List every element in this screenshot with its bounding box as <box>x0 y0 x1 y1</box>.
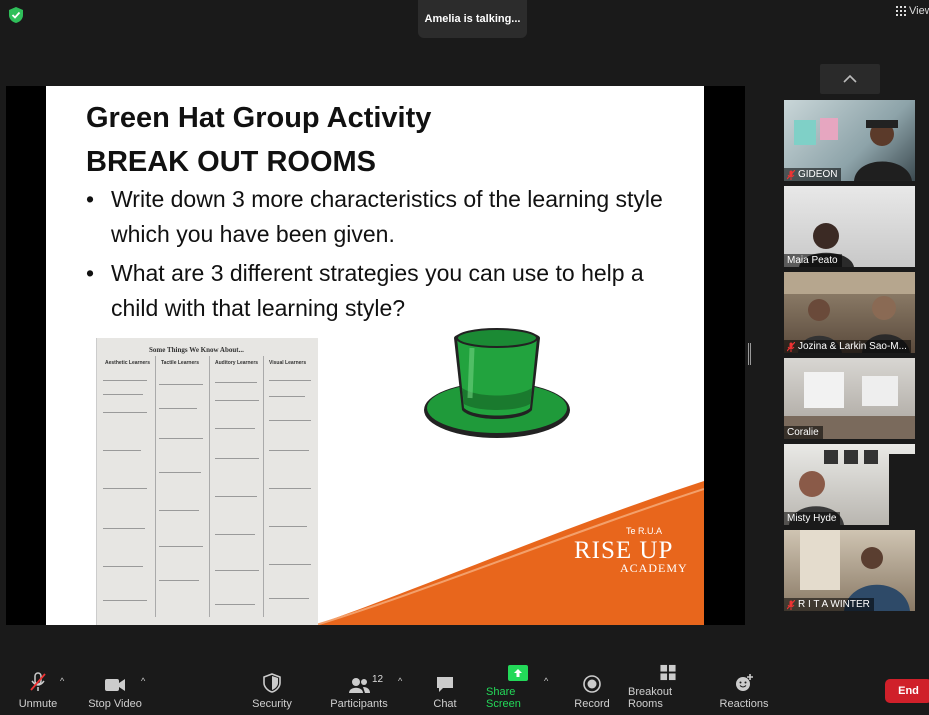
bullet-item: What are 3 different strategies you can … <box>86 256 686 326</box>
muted-mic-icon <box>30 672 46 691</box>
muted-mic-icon <box>787 599 795 610</box>
shield-icon <box>263 673 281 693</box>
participant-name-label: Jozina & Larkin Sao-M... <box>784 340 911 353</box>
breakout-rooms-icon <box>660 664 676 681</box>
record-label: Record <box>574 698 610 710</box>
unmute-label: Unmute <box>18 698 58 710</box>
active-speaker-text: Amelia is talking... <box>424 13 521 25</box>
participant-name: Jozina & Larkin Sao-M... <box>798 341 907 352</box>
view-button[interactable]: View <box>896 5 929 17</box>
unmute-button[interactable]: Unmute <box>14 664 62 715</box>
participant-name: Maia Peato <box>787 255 838 266</box>
security-label: Security <box>252 698 292 710</box>
participant-name: Misty Hyde <box>787 513 837 524</box>
shared-screen: Green Hat Group Activity BREAK OUT ROOMS… <box>6 86 745 625</box>
green-hat-icon <box>424 328 570 438</box>
chat-label: Chat <box>433 698 457 710</box>
share-screen-label: Share Screen <box>486 686 521 710</box>
handout-col-header: Visual Learners <box>269 360 307 366</box>
breakout-rooms-label: Breakout Rooms <box>628 686 673 710</box>
logo-sub-text: ACADEMY <box>620 561 688 575</box>
participant-name-label: GIDEON <box>784 168 842 181</box>
muted-mic-icon <box>787 341 795 352</box>
chat-button[interactable]: Chat <box>426 664 464 715</box>
handout-col-header: Aesthetic Learners <box>105 360 151 366</box>
participants-icon <box>349 678 370 693</box>
record-icon <box>583 675 601 693</box>
video-camera-icon <box>105 679 125 691</box>
share-screen-button[interactable]: Share Screen <box>486 664 550 715</box>
handout-col-header: Auditory Learners <box>215 360 259 366</box>
security-button[interactable]: Security <box>248 664 296 715</box>
breakout-rooms-button[interactable]: Breakout Rooms <box>628 664 708 715</box>
presentation-slide: Green Hat Group Activity BREAK OUT ROOMS… <box>46 86 704 625</box>
bullet-item: Write down 3 more characteristics of the… <box>86 182 686 252</box>
participant-name: R I T A WINTER <box>798 599 870 610</box>
share-screen-icon <box>508 665 528 681</box>
grid-view-icon <box>896 6 906 16</box>
participant-tile[interactable]: Misty Hyde <box>784 444 915 525</box>
participants-options-caret[interactable]: ^ <box>398 676 402 686</box>
smiley-plus-icon <box>736 674 753 691</box>
audio-options-caret[interactable]: ^ <box>60 676 64 686</box>
end-label: End <box>898 685 919 697</box>
participant-tile[interactable]: Jozina & Larkin Sao-M... <box>784 272 915 353</box>
slide-title: Green Hat Group Activity BREAK OUT ROOMS <box>86 96 431 184</box>
reactions-label: Reactions <box>719 698 769 710</box>
participant-name-label: Coralie <box>784 426 823 439</box>
active-speaker-banner: Amelia is talking... <box>418 0 527 38</box>
handout-col-header: Tactile Learners <box>161 360 199 366</box>
muted-mic-icon <box>787 169 795 180</box>
handout-title: Some Things We Know About... <box>149 346 244 354</box>
share-options-caret[interactable]: ^ <box>544 676 548 686</box>
chevron-up-icon <box>843 74 857 83</box>
participants-count: 12 <box>372 674 384 685</box>
stop-video-button[interactable]: Stop Video <box>88 664 142 715</box>
participant-name: GIDEON <box>798 169 838 180</box>
handout-image: Some Things We Know About... Aesthetic L… <box>96 338 318 625</box>
security-shield-icon[interactable] <box>8 6 24 24</box>
rise-up-academy-logo: Te R.U.A RISE UP ACADEMY <box>574 526 687 575</box>
end-meeting-button[interactable]: End <box>885 679 929 703</box>
participant-tile[interactable]: Coralie <box>784 358 915 439</box>
participant-name: Coralie <box>787 427 819 438</box>
reactions-button[interactable]: Reactions <box>720 664 768 715</box>
participant-tile[interactable]: Maia Peato <box>784 186 915 267</box>
participant-name-label: Misty Hyde <box>784 512 841 525</box>
slide-title-line1: Green Hat Group Activity <box>86 102 432 134</box>
slide-bullets: Write down 3 more characteristics of the… <box>86 182 686 330</box>
video-options-caret[interactable]: ^ <box>141 676 145 686</box>
participant-tile[interactable]: GIDEON <box>784 100 915 181</box>
stop-video-label: Stop Video <box>88 698 142 710</box>
chat-bubble-icon <box>437 677 453 692</box>
participants-button[interactable]: Participants <box>330 664 388 715</box>
participant-name-label: Maia Peato <box>784 254 842 267</box>
participants-label: Participants <box>330 698 388 710</box>
participant-name-label: R I T A WINTER <box>784 598 874 611</box>
record-button[interactable]: Record <box>571 664 613 715</box>
panel-resize-handle[interactable] <box>748 343 751 365</box>
logo-top-text: Te R.U.A <box>626 526 663 536</box>
logo-main-text: RISE UP <box>574 537 674 564</box>
meeting-toolbar: Unmute ^ Stop Video ^ Security Participa… <box>0 664 929 715</box>
view-label: View <box>909 5 929 17</box>
participant-tile[interactable]: R I T A WINTER <box>784 530 915 611</box>
gallery-scroll-up-button[interactable] <box>820 64 880 94</box>
slide-title-line2: BREAK OUT ROOMS <box>86 146 376 178</box>
